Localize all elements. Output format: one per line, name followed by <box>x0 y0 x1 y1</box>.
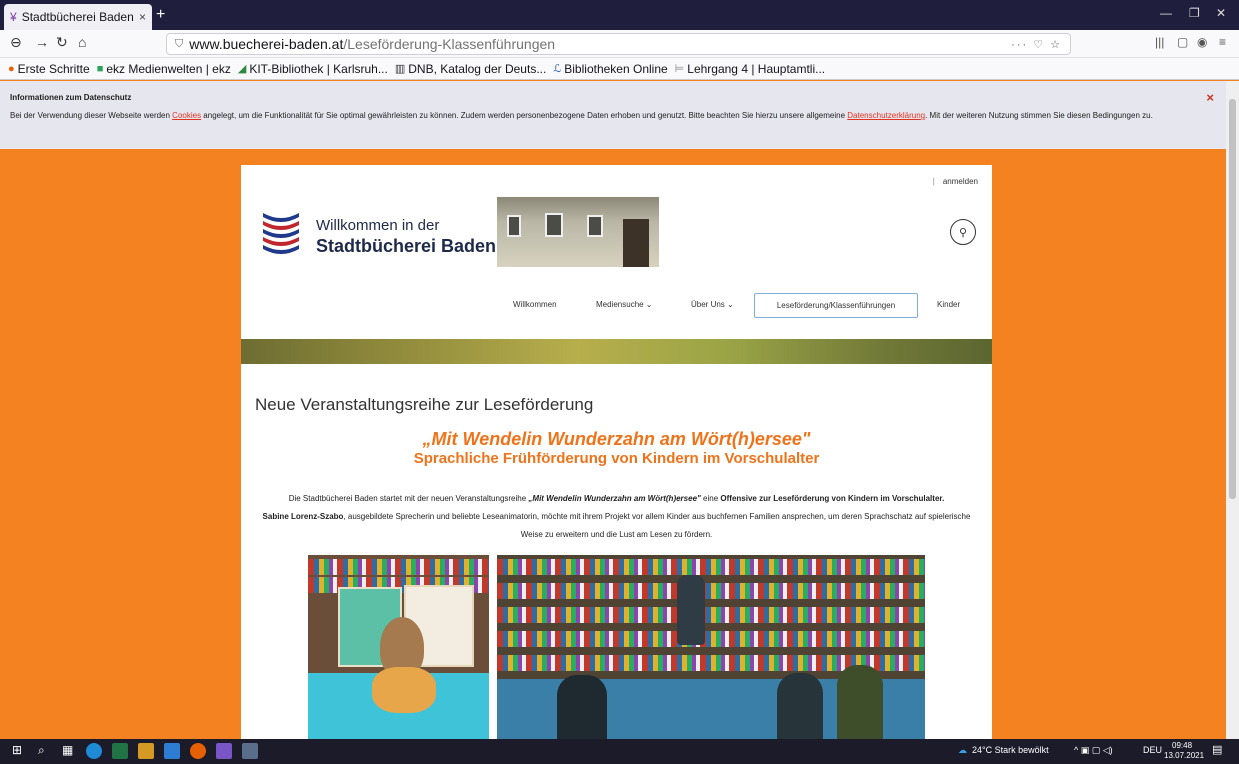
logo-line2: Stadtbücherei Baden <box>316 236 497 256</box>
app-icon[interactable] <box>216 743 232 759</box>
kit-icon: ◢ <box>237 63 247 75</box>
weather-text[interactable]: 24°C Stark bewölkt <box>972 745 1049 755</box>
header-banner-image <box>241 339 992 364</box>
bookmarks-bar: ● Erste Schritte ■ ekz Medienwelten | ekz … <box>0 58 1239 80</box>
logo-line1: Willkommen in der <box>316 217 440 234</box>
bookmark-item[interactable]: ■ ekz Medienwelten | ekz <box>97 62 231 76</box>
home-icon[interactable]: ⌂ <box>78 34 86 50</box>
tab-bar: ¥ Stadtbücherei Baden × + — ❐ ✕ <box>0 0 1239 30</box>
site-favicon-icon: ¥ <box>10 10 17 24</box>
clock-time[interactable]: 09:48 <box>1172 741 1192 750</box>
library-building-photo <box>497 197 659 267</box>
search-icon[interactable]: ⚲ <box>950 219 976 245</box>
library-icon[interactable]: ||| <box>1155 35 1164 49</box>
account-icon[interactable]: ◉ <box>1197 35 1207 49</box>
url-domain: www.buecherei-baden.at <box>189 36 344 52</box>
photo-shelf <box>497 583 925 599</box>
menu-icon[interactable]: ≡ <box>1219 35 1226 49</box>
lehrgang-icon: ⊨ <box>674 63 685 75</box>
site-title[interactable]: Willkommen in der Stadtbücherei Baden <box>316 216 496 256</box>
intro-paragraph: Die Stadtbücherei Baden startet mit der … <box>262 494 971 539</box>
tray-icons[interactable]: ^ ▣ ▢ ◁) <box>1074 745 1113 756</box>
library-logo-icon[interactable] <box>261 207 301 259</box>
privacy-link[interactable]: Datenschutzerklärung <box>847 111 925 120</box>
language-indicator[interactable]: DEU <box>1143 745 1162 755</box>
bookmark-item[interactable]: ℒ Bibliotheken Online <box>553 62 667 76</box>
cookies-link[interactable]: Cookies <box>172 111 201 120</box>
firefox-taskbar-icon[interactable] <box>190 743 206 759</box>
photo-shelf <box>497 607 925 623</box>
url-bar[interactable]: ⛉ www.buecherei-baden.at /Leseförderung-… <box>166 33 1071 55</box>
reload-icon[interactable]: ↻ <box>56 34 68 51</box>
back-icon[interactable]: ⊖ <box>10 34 22 51</box>
photo-reader <box>677 575 705 645</box>
photo-door <box>623 219 649 267</box>
photo-plush-body <box>372 667 436 713</box>
main-navigation: Willkommen Mediensuche ⌄ Über Uns ⌄ Lese… <box>241 293 992 318</box>
cookie-close-icon[interactable]: × <box>1206 90 1214 105</box>
bookmark-item[interactable]: ⊨ Lehrgang 4 | Hauptamtli... <box>675 62 825 76</box>
page-container: | anmelden Willkommen in der Stadtbüchere… <box>241 165 992 739</box>
vertical-scrollbar[interactable] <box>1226 81 1239 739</box>
scrollbar-thumb[interactable] <box>1229 99 1236 499</box>
maximize-icon[interactable]: ❐ <box>1189 6 1200 20</box>
cookie-title: Informationen zum Datenschutz <box>10 93 132 102</box>
nav-lesefoerderung[interactable]: Leseförderung/Klassenführungen <box>754 293 918 318</box>
tab-title: Stadtbücherei Baden <box>21 10 134 24</box>
page-heading: Neue Veranstaltungsreihe zur Leseförderu… <box>255 395 594 414</box>
photo-shelf <box>497 631 925 647</box>
photo-window <box>587 215 603 237</box>
nav-kinder[interactable]: Kinder <box>937 300 960 309</box>
app-icon[interactable] <box>242 743 258 759</box>
tab-active[interactable]: ¥ Stadtbücherei Baden × <box>4 4 152 30</box>
bookmark-item[interactable]: ▥ DNB, Katalog der Deuts... <box>395 62 546 76</box>
photo-child <box>557 675 607 739</box>
windows-taskbar: ⊞ ⌕ ▦ ☁ 24°C Stark bewölkt ^ ▣ ▢ ◁) DEU … <box>0 739 1239 764</box>
separator: | <box>932 177 935 186</box>
photo-window <box>545 213 563 237</box>
ekz-icon: ■ <box>96 62 104 75</box>
bookmark-item[interactable]: ● Erste Schritte <box>8 62 90 76</box>
bibliotheken-icon: ℒ <box>553 63 562 75</box>
login-link[interactable]: anmelden <box>943 177 978 186</box>
dnb-icon: ▥ <box>394 63 406 75</box>
task-view-icon[interactable]: ▦ <box>62 743 73 757</box>
notifications-icon[interactable]: ▤ <box>1212 743 1222 756</box>
photo-shelf <box>497 559 925 575</box>
forward-icon[interactable]: → <box>35 34 49 50</box>
photo-plush-toy <box>308 555 489 739</box>
windows-start-icon[interactable]: ⊞ <box>12 743 22 757</box>
nav-willkommen[interactable]: Willkommen <box>513 300 557 309</box>
page-actions-icons[interactable]: ··· ♡ ☆ <box>1011 38 1062 51</box>
photo-window <box>507 215 521 237</box>
search-taskbar-icon[interactable]: ⌕ <box>38 743 45 758</box>
clock-date[interactable]: 13.07.2021 <box>1164 751 1204 760</box>
outlook-icon[interactable] <box>138 743 154 759</box>
nav-ueber-uns[interactable]: Über Uns ⌄ <box>691 300 734 309</box>
window-close-icon[interactable]: ✕ <box>1216 6 1226 20</box>
cookie-text: Bei der Verwendung dieser Webseite werde… <box>10 111 1153 120</box>
bookmark-item[interactable]: ◢ KIT-Bibliothek | Karlsruh... <box>238 62 388 76</box>
tab-close-icon[interactable]: × <box>139 10 146 24</box>
shield-icon: ⛉ <box>175 37 184 50</box>
event-title: „Mit Wendelin Wunderzahn am Wört(h)ersee… <box>422 429 811 449</box>
nav-mediensuche[interactable]: Mediensuche ⌄ <box>596 300 653 309</box>
cookie-banner: Informationen zum Datenschutz Bei der Ve… <box>0 81 1226 149</box>
photo-reading-session <box>497 555 925 739</box>
edge-icon[interactable] <box>86 743 102 759</box>
url-path: /Leseförderung-Klassenführungen <box>343 36 556 52</box>
new-tab-button[interactable]: + <box>156 6 165 24</box>
excel-icon[interactable] <box>112 743 128 759</box>
photo-shelf <box>308 559 489 575</box>
weather-icon: ☁ <box>958 745 967 755</box>
minimize-icon[interactable]: — <box>1160 6 1172 20</box>
photo-child <box>777 673 823 739</box>
event-subtitle: Sprachliche Frühförderung von Kindern im… <box>413 450 820 467</box>
explorer-icon[interactable] <box>164 743 180 759</box>
sidebar-icon[interactable]: ▢ <box>1177 35 1188 49</box>
login-area: | anmelden <box>933 177 978 186</box>
photo-child <box>837 665 883 739</box>
navigation-toolbar: ⊖ → ↻ ⌂ ⛉ www.buecherei-baden.at /Lesefö… <box>0 30 1239 58</box>
firefox-icon: ● <box>8 62 15 75</box>
